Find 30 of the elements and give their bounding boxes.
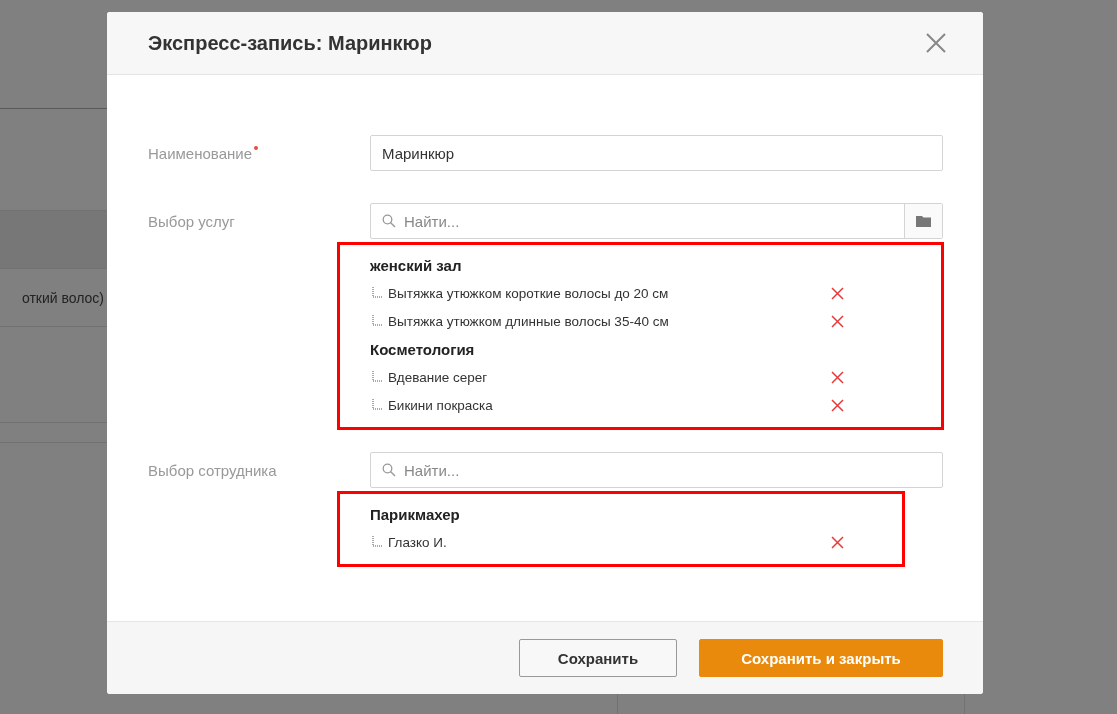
tree-connector-icon <box>370 398 384 412</box>
tree-connector-icon <box>370 286 384 300</box>
close-icon[interactable] <box>925 32 947 54</box>
tree-connector-icon <box>370 314 384 328</box>
list-item: Глазко И. <box>388 534 448 550</box>
search-icon <box>382 463 396 477</box>
field-label: Выбор сотрудника <box>148 461 278 481</box>
name-input[interactable]: Маринкюр <box>370 135 943 171</box>
list-item: Вытяжка утюжком длинные волосы 35-40 см <box>388 313 670 329</box>
save-button[interactable]: Сохранить <box>519 639 677 677</box>
list-item: Вытяжка утюжком короткие волосы до 20 см <box>388 285 670 301</box>
remove-icon[interactable] <box>831 398 844 412</box>
list-item: Бикини покраска <box>388 397 494 413</box>
group-title: Косметология <box>370 339 476 360</box>
remove-icon[interactable] <box>831 370 844 384</box>
group-title: женский зал <box>370 255 463 276</box>
field-label: Наименование <box>148 144 252 162</box>
folder-icon[interactable] <box>904 204 942 238</box>
tree-connector-icon <box>370 370 384 384</box>
list-item: Вдевание серег <box>388 369 489 385</box>
tree-connector-icon <box>370 535 384 549</box>
remove-icon[interactable] <box>831 314 844 328</box>
dialog-title: Экспресс-запись: Маринкюр <box>148 31 432 55</box>
field-label: Выбор услуг <box>148 212 236 232</box>
remove-icon[interactable] <box>831 535 844 549</box>
remove-icon[interactable] <box>831 286 844 300</box>
group-title: Парикмахер <box>370 504 461 525</box>
search-field[interactable]: Найти... <box>370 203 943 239</box>
search-icon <box>382 214 396 228</box>
search-field[interactable]: Найти... <box>370 452 943 488</box>
